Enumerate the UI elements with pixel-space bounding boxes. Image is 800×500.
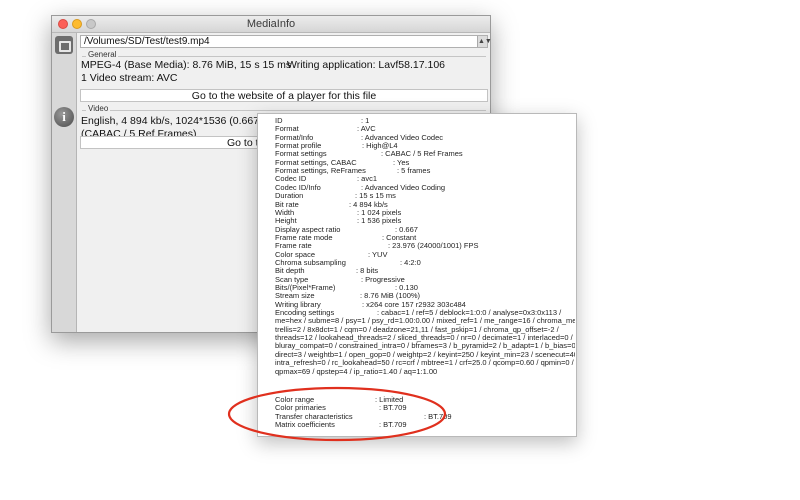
file-path-select[interactable]: /Volumes/SD/Test/test9.mp4 ▲▼ xyxy=(80,35,492,48)
video-divider xyxy=(82,110,486,111)
detail-value: : 4:2:0 xyxy=(400,257,421,267)
select-arrows-icon[interactable]: ▲▼ xyxy=(477,36,492,47)
player-website-button[interactable]: Go to the website of a player for this f… xyxy=(80,89,488,102)
detail-value: : YUV xyxy=(368,249,388,259)
color-value: : BT.709 xyxy=(424,411,452,421)
color-key: Matrix coefficients xyxy=(275,420,335,430)
video-stream-count: 1 Video stream: AVC xyxy=(81,72,178,84)
media-file-icon xyxy=(55,36,73,54)
general-format: MPEG-4 (Base Media): 8.76 MiB, 15 s 15 m… xyxy=(81,59,292,71)
video-label: Video xyxy=(86,104,111,113)
detail-value: : 5 frames xyxy=(397,166,431,176)
writing-application: Writing application: Lavf58.17.106 xyxy=(287,59,445,71)
encoding-settings-line: qpmax=69 / qpstep=4 / ip_ratio=1.40 / aq… xyxy=(275,366,438,376)
title-bar[interactable]: MediaInfo xyxy=(52,16,490,33)
general-divider xyxy=(82,56,486,57)
video-details-tooltip: ID: 1 Format: AVC Format/Info: Advanced Vi… xyxy=(257,113,577,437)
window-title: MediaInfo xyxy=(246,18,296,30)
section-icon-column: i xyxy=(52,33,77,332)
color-value: : BT.709 xyxy=(379,420,407,430)
file-path-value: /Volumes/SD/Test/test9.mp4 xyxy=(84,36,210,47)
general-label: General xyxy=(86,50,119,59)
color-value: : BT.709 xyxy=(379,403,407,413)
detail-value: : 23.976 (24000/1001) FPS xyxy=(388,241,479,251)
info-icon: i xyxy=(54,107,74,127)
